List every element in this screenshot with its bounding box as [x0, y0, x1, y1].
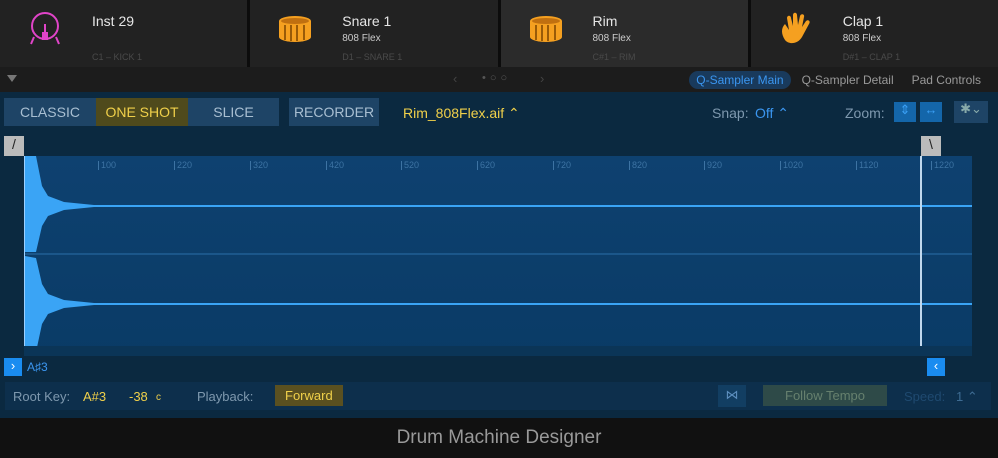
zoom-label: Zoom: — [845, 105, 885, 121]
pad-subtitle: 808 Flex — [342, 33, 381, 44]
pad-note: D#1 – CLAP 1 — [842, 52, 901, 62]
zoom-horizontal-icon[interactable]: ↔ — [920, 102, 942, 122]
mode-slice[interactable]: SLICE — [188, 98, 279, 126]
pad-subtitle: 808 Flex — [592, 33, 631, 44]
prev-page-icon[interactable]: ‹ — [453, 71, 457, 86]
recorder-button[interactable]: RECORDER — [289, 98, 379, 126]
pad-strip: Inst 29 C1 – KICK 1 Snare 1 808 Flex D1 … — [0, 0, 998, 67]
zoom-vertical-icon[interactable]: ⇕ — [894, 102, 916, 122]
pad-rim[interactable]: Rim 808 Flex C#1 – RIM — [500, 0, 748, 67]
snap-select[interactable]: Off ⌃ — [755, 105, 789, 122]
window-title: Drum Machine Designer — [396, 427, 602, 448]
pad-name: Inst 29 — [92, 13, 135, 29]
pad-inst-29[interactable]: Inst 29 C1 – KICK 1 — [0, 0, 248, 67]
pad-subtitle: 808 Flex — [842, 33, 882, 44]
collapse-triangle-icon[interactable] — [7, 75, 17, 82]
tab-pad-controls[interactable]: Pad Controls — [905, 71, 988, 89]
follow-tempo-button[interactable]: Follow Tempo — [763, 385, 887, 406]
snap-label: Snap: — [712, 105, 749, 121]
playback-select[interactable]: Forward — [275, 385, 343, 406]
sampler-panel: CLASSIC ONE SHOT SLICE RECORDER Rim_808F… — [0, 92, 998, 418]
start-marker-handle-icon[interactable]: › — [4, 358, 22, 376]
sample-file-select[interactable]: Rim_808Flex.aif ⌃ — [403, 105, 520, 122]
kick-drum-icon — [30, 12, 60, 45]
snare-drum-icon — [279, 16, 312, 42]
page-indicator: •○○ — [482, 72, 512, 84]
tab-q-sampler-main[interactable]: Q-Sampler Main — [689, 71, 791, 89]
view-nav: ‹ •○○ › Q-Sampler Main Q-Sampler Detail … — [0, 67, 998, 92]
root-key-label: Root Key: — [13, 389, 71, 404]
end-marker-handle-icon[interactable]: ‹ — [927, 358, 945, 376]
pad-note: D1 – SNARE 1 — [342, 52, 403, 62]
pad-note: C1 – KICK 1 — [92, 52, 143, 62]
pad-clap-1[interactable]: Clap 1 808 Flex D#1 – CLAP 1 — [750, 0, 998, 67]
root-key-marker: A♯3 — [27, 360, 48, 374]
fine-tune-value[interactable]: -38 — [129, 389, 148, 404]
settings-gear-icon[interactable]: ✱⌄ — [954, 101, 988, 123]
pad-note: C#1 – RIM — [592, 52, 636, 62]
next-page-icon[interactable]: › — [540, 71, 544, 86]
pad-snare-1[interactable]: Snare 1 808 Flex D1 – SNARE 1 — [250, 0, 498, 67]
pad-name: Rim — [592, 13, 618, 29]
snare-drum-icon — [529, 16, 562, 42]
waveform — [24, 156, 972, 356]
mode-classic[interactable]: CLASSIC — [4, 98, 96, 126]
tab-q-sampler-detail[interactable]: Q-Sampler Detail — [795, 71, 901, 89]
hand-clap-icon — [781, 12, 810, 44]
playback-label: Playback: — [197, 389, 254, 404]
waveform-display[interactable]: 100 220 320 420 520 620 720 820 920 1020… — [24, 156, 972, 356]
flex-bowtie-icon[interactable]: ⋈ — [718, 385, 746, 407]
speed-select[interactable]: 1 ⌃ — [956, 389, 978, 405]
speed-label: Speed: — [904, 389, 946, 404]
mode-one-shot[interactable]: ONE SHOT — [96, 98, 188, 126]
fade-out-handle-icon[interactable]: \ — [921, 136, 941, 156]
fade-in-handle-icon[interactable]: / — [4, 136, 24, 156]
pad-name: Snare 1 — [342, 13, 392, 29]
root-key-value[interactable]: A#3 — [83, 389, 106, 404]
bottom-controls: Root Key: A#3 -38 c Playback: Forward ⋈ … — [5, 382, 991, 410]
fine-tune-unit: c — [156, 392, 161, 403]
pad-name: Clap 1 — [842, 13, 884, 29]
